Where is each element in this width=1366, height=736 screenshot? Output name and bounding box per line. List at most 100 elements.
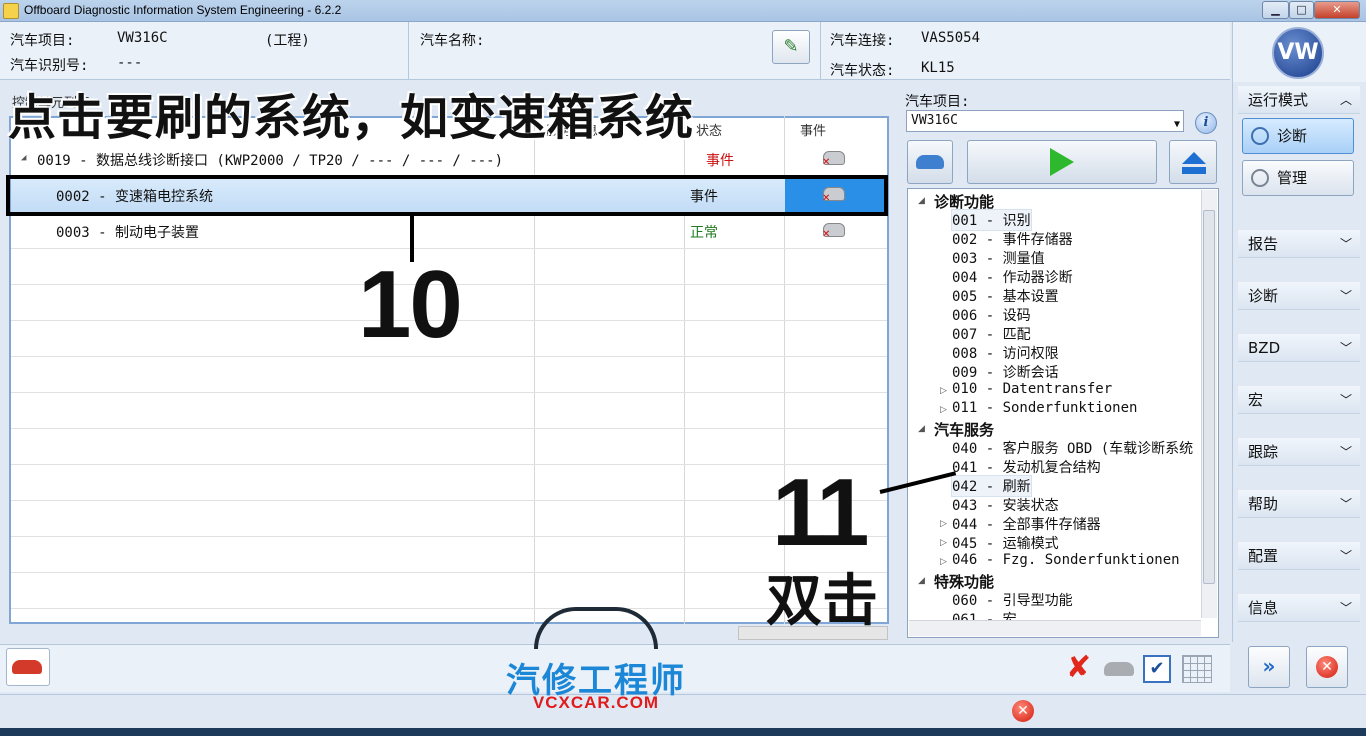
tree-item[interactable]: 002 - 事件存储器 [952,229,1073,249]
close-window-button[interactable]: ✕ [1314,1,1360,19]
table-icon[interactable] [1182,655,1212,683]
project-note: (工程) [265,33,310,49]
tree-item[interactable]: 001 - 识别 [951,209,1032,231]
chevron-down-icon: ﹀ [1339,549,1352,563]
chevron-down-icon: ﹀ [1339,445,1352,459]
edit-icon: ✎ [783,36,799,57]
tree-group-header[interactable]: 特殊功能 [934,571,994,592]
info-separator [408,22,409,80]
sidebar-section[interactable]: 帮助 ﹀ [1238,490,1360,518]
window-title: Offboard Diagnostic Information System E… [24,3,342,17]
tree-item[interactable]: 009 - 诊断会话 [952,362,1059,382]
sidebar-section-label: 跟踪 [1248,443,1279,461]
expand-arrow-icon[interactable]: ▷ [940,557,947,567]
sidebar-section-label: 诊断 [1248,287,1279,305]
tree-item[interactable]: 010 - Datentransfer [952,381,1112,397]
tree-group-header[interactable]: 诊断功能 [934,191,994,212]
sidebar-section[interactable]: 信息 ﹀ [1238,594,1360,622]
events-header[interactable]: 事件 [800,120,826,139]
ecu-row-text: 0003 - 制动电子装置 [56,225,200,241]
expand-arrow-icon[interactable]: ▷ [940,538,947,548]
watermark-car-logo [534,607,658,649]
expand-arrow-icon[interactable]: ▷ [940,405,947,415]
gray-car-icon[interactable] [1104,662,1134,676]
info-icon[interactable]: i [1195,112,1217,134]
forward-button[interactable]: » [1248,646,1290,688]
tree-item[interactable]: 041 - 发动机复合结构 [952,457,1101,477]
edit-name-button[interactable]: ✎ [772,30,810,64]
tree-item[interactable]: 004 - 作动器诊断 [952,267,1073,287]
highlight-box [6,175,888,216]
status-error-icon[interactable]: ✕ [1012,700,1034,722]
chevron-down-icon: ﹀ [1339,601,1352,615]
tree-group-header[interactable]: 汽车服务 [934,419,994,440]
chevron-down-icon: ﹀ [1339,237,1352,251]
sidebar-section-label: 配置 [1248,547,1279,565]
row-divider [11,464,887,465]
step-number-10: 10 [358,251,463,358]
minimize-button[interactable]: ▁ [1262,1,1289,19]
sidebar-section[interactable]: BZD ﹀ [1238,334,1360,362]
fault-car-icon: ✕ [822,151,845,168]
tree-horizontal-scrollbar[interactable] [909,620,1201,636]
info-separator [820,22,821,80]
connection-label: 汽车连接: [830,33,895,49]
expand-arrow-icon[interactable]: ▷ [940,519,947,529]
collapse-arrow-icon[interactable]: ◢ [918,576,925,586]
sidebar-section[interactable]: 宏 ﹀ [1238,386,1360,414]
tree-item[interactable]: 045 - 运输模式 [952,533,1059,553]
watermark: 汽修工程师 VCXCAR.COM [486,605,706,715]
ecu-row-status: 事件 [706,153,734,169]
project-select[interactable]: VW316C ▼ [906,110,1184,132]
ecu-row-text: 0019 - 数据总线诊断接口 (KWP2000 / TP20 / --- / … [37,153,504,169]
sidebar-mode-header[interactable]: 运行模式 ︿ [1238,86,1360,114]
collapse-arrow-icon[interactable]: ◢ [918,196,925,206]
checklist-icon[interactable]: ✔ [1143,655,1171,683]
diagnosis-mode-label: 诊断 [1277,127,1308,145]
eject-icon [1182,152,1206,174]
right-project-label: 汽车项目: [905,94,970,110]
tree-item[interactable]: 046 - Fzg. Sonderfunktionen [952,552,1180,568]
sidebar-section-label: 帮助 [1248,495,1279,513]
tree-item[interactable]: 007 - 匹配 [952,324,1031,344]
tree-item[interactable]: 060 - 引导型功能 [952,590,1073,610]
tree-item[interactable]: 044 - 全部事件存储器 [952,514,1101,534]
tree-item[interactable]: 040 - 客户服务 OBD (车载诊断系统 [952,438,1193,458]
vin-value: --- [117,55,143,71]
title-bar: Offboard Diagnostic Information System E… [0,0,1366,22]
tree-item[interactable]: 008 - 访问权限 [952,343,1059,363]
collapse-arrow-icon[interactable]: ◢ [21,153,26,163]
collapse-arrow-icon[interactable]: ◢ [918,424,925,434]
manage-mode-button[interactable]: 管理 [1242,160,1354,196]
sidebar-section[interactable]: 报告 ﹀ [1238,230,1360,258]
delete-icon[interactable]: ✘ [1066,650,1091,685]
chevron-down-icon: ﹀ [1339,393,1352,407]
exit-button[interactable]: ✕ [1306,646,1348,688]
tree-scroll-thumb[interactable] [1203,210,1215,584]
ecu-row-status: 正常 [690,225,718,241]
vehicle-button[interactable] [907,140,953,184]
expand-arrow-icon[interactable]: ▷ [940,386,947,396]
tree-item[interactable]: 003 - 测量值 [952,248,1045,268]
sidebar-section[interactable]: 配置 ﹀ [1238,542,1360,570]
diagnosis-mode-button[interactable]: 诊断 [1242,118,1354,154]
row-divider [11,500,887,501]
sidebar-section[interactable]: 跟踪 ﹀ [1238,438,1360,466]
state-header[interactable]: 状态 [696,120,722,139]
tree-item[interactable]: 005 - 基本设置 [952,286,1059,306]
sidebar-section-label: 宏 [1248,391,1264,409]
ecu-row-0003[interactable]: 0003 - 制动电子装置 正常 ✕ [11,214,887,248]
tree-item[interactable]: 011 - Sonderfunktionen [952,400,1137,416]
maximize-button[interactable]: □ [1289,1,1314,19]
tree-item[interactable]: 006 - 设码 [952,305,1031,325]
stethoscope-icon [1251,127,1269,145]
double-click-hint: 双击 [766,569,878,634]
red-car-icon [12,660,42,674]
chevron-up-icon: ︿ [1339,93,1352,107]
watermark-en: VCXCAR.COM [532,693,660,712]
tree-item[interactable]: 042 - 刷新 [951,475,1032,497]
sidebar-section[interactable]: 诊断 ﹀ [1238,282,1360,310]
project-label: 汽车项目: [10,33,75,49]
app-icon [3,3,19,19]
tree-item[interactable]: 043 - 安装状态 [952,495,1059,515]
